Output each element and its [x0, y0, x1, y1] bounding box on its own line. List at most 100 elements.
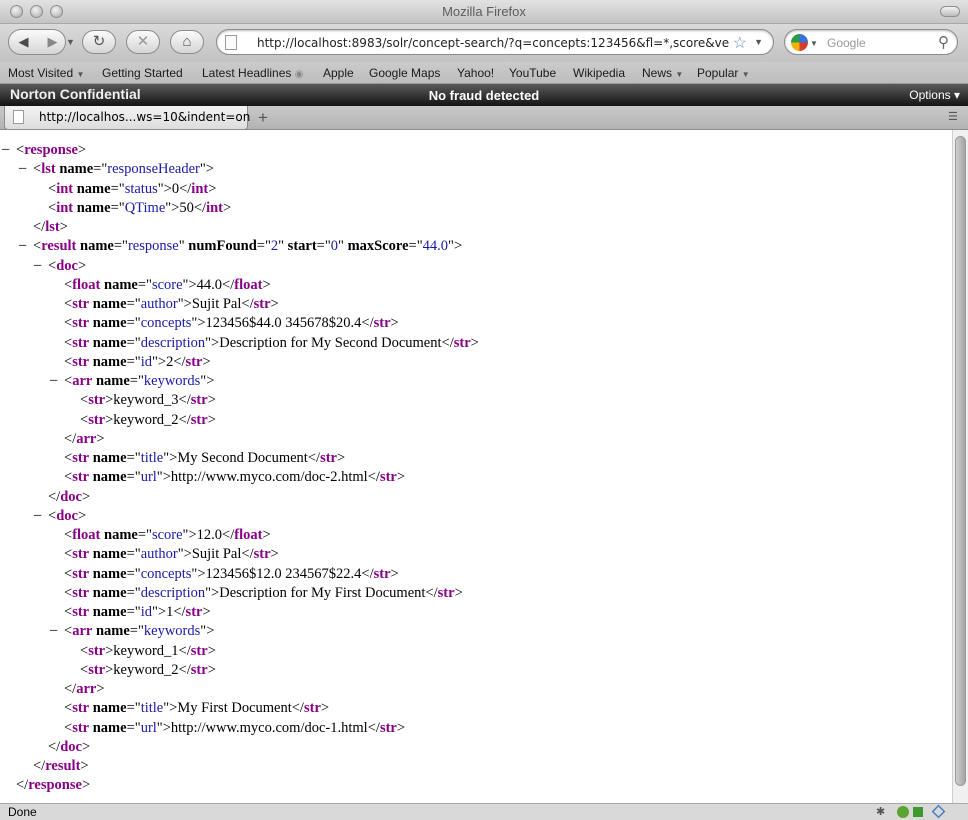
norton-options-button[interactable]: Options ▾ [909, 88, 960, 102]
bookmark-getting-started[interactable]: Getting Started [102, 66, 183, 80]
xml-attr-name: name [92, 469, 127, 486]
forward-icon[interactable]: ▶ [38, 30, 67, 54]
xml-tag-name: str [190, 392, 208, 409]
xml-attr-name: name [92, 296, 127, 312]
collapse-toggle[interactable]: – [34, 257, 41, 274]
collapse-toggle[interactable]: – [34, 507, 41, 524]
reload-icon[interactable]: ↻ [82, 30, 116, 54]
xml-line: <str name="concepts">123456$12.0 234567$… [64, 565, 399, 582]
xml-attr-value: score [151, 276, 183, 293]
xml-attr-value: id [140, 604, 152, 620]
chevron-down-icon: ▼ [76, 70, 85, 79]
xml-tag-name: str [72, 296, 90, 312]
collapse-toggle[interactable]: – [50, 372, 57, 389]
bookmark-most-visited[interactable]: Most Visited ▼ [8, 66, 84, 80]
xml-tag-name: str [72, 719, 90, 736]
xml-tag-name: str [72, 546, 90, 563]
page-icon [13, 110, 24, 124]
xml-attr-name: name [92, 315, 127, 332]
xml-tag-name: str [88, 411, 106, 428]
history-dropdown-icon[interactable]: ▼ [66, 37, 75, 47]
xml-line: <str name="concepts">123456$44.0 345678$… [64, 315, 399, 332]
tab-list-icon[interactable]: ☰ [948, 110, 962, 123]
xml-attr-value: title [140, 450, 164, 466]
xml-line: <int name="QTime">50</int> [48, 199, 232, 216]
green-status-icon[interactable] [913, 807, 923, 817]
bookmark-news[interactable]: News ▼ [642, 66, 683, 80]
xml-tag-name: response [24, 142, 78, 158]
url-input[interactable]: http://localhost:8983/solr/concept-searc… [257, 36, 741, 50]
bookmark-latest-headlines[interactable]: Latest Headlines ◉ [202, 66, 303, 80]
xml-text: keyword_1 [113, 642, 179, 659]
xml-tag-name: str [72, 584, 90, 601]
xml-tag-name: doc [60, 488, 82, 505]
xml-tag-name: str [72, 469, 90, 486]
xml-line: <str name="author">Sujit Pal</str> [64, 296, 279, 312]
collapse-toggle[interactable]: – [50, 622, 57, 639]
bookmark-star-icon[interactable]: ☆ [733, 33, 747, 53]
norton-status-icon[interactable] [897, 806, 909, 818]
stop-icon[interactable]: ✕ [126, 30, 160, 54]
xml-line: <arr name="keywords"> [64, 623, 215, 640]
url-dropdown-icon[interactable]: ▼ [754, 37, 763, 47]
xml-tag-name: result [45, 758, 81, 774]
xml-tag-name: str [72, 315, 90, 332]
xml-line: <int name="status">0</int> [48, 180, 217, 197]
new-tab-button[interactable]: + [258, 108, 268, 128]
xml-tag-name: doc [60, 738, 82, 755]
xml-tag-name: str [72, 353, 90, 370]
engine-dropdown-icon[interactable]: ▼ [810, 39, 818, 48]
xml-attr-value: concepts [140, 315, 192, 332]
firebug-icon[interactable]: ✱ [876, 805, 890, 819]
xml-text: 123456$12.0 234567$22.4 [205, 565, 362, 582]
scrollbar-thumb[interactable] [955, 136, 966, 786]
xml-text: http://www.myco.com/doc-1.html [170, 719, 368, 736]
collapse-toggle[interactable]: – [19, 237, 26, 254]
collapse-toggle[interactable]: – [2, 141, 9, 158]
search-icon[interactable]: ⚲ [938, 33, 949, 51]
xml-tag-name: str [88, 392, 106, 409]
xml-line: <str>keyword_2</str> [80, 411, 216, 428]
collapse-toggle[interactable]: – [19, 160, 26, 177]
bookmark-yahoo[interactable]: Yahoo! [457, 66, 494, 80]
xml-attr-value: concepts [140, 565, 192, 582]
norton-toolbar: Norton Confidential No fraud detected Op… [0, 84, 968, 106]
back-forward-group: ◀ ▶ [8, 29, 66, 55]
toolbar-toggle-button[interactable] [940, 6, 960, 17]
xml-content: – <response> – <lst name="responseHeader"> <… [0, 130, 952, 803]
url-bar[interactable]: http://localhost:8983/solr/concept-searc… [216, 29, 774, 55]
xml-attr-value: keywords [143, 623, 201, 640]
xml-tag-name: lst [45, 219, 60, 235]
home-icon[interactable]: ⌂ [170, 30, 204, 54]
search-input[interactable]: Google [827, 36, 866, 50]
bookmark-wikipedia[interactable]: Wikipedia [573, 66, 625, 80]
back-icon[interactable]: ◀ [9, 30, 38, 54]
xml-text: Description for My Second Document [219, 334, 442, 351]
navigation-toolbar: ◀ ▶ ▼ ↻ ✕ ⌂ http://localhost:8983/solr/c… [0, 24, 968, 62]
bookmark-google-maps[interactable]: Google Maps [369, 66, 440, 80]
vertical-scrollbar[interactable] [952, 130, 968, 803]
xml-tag-name: float [234, 276, 263, 293]
xml-line: <str name="description">Description for … [64, 334, 479, 351]
bookmark-youtube[interactable]: YouTube [509, 66, 556, 80]
bookmark-apple[interactable]: Apple [323, 66, 354, 80]
xml-attr-name: name [92, 546, 127, 563]
xml-attr-value: id [140, 353, 152, 370]
xml-tag-name: str [303, 700, 321, 717]
xml-attr-name: name [92, 565, 127, 582]
bookmarks-toolbar: Most Visited ▼ Getting Started Latest He… [0, 62, 968, 84]
xml-tag-name: doc [56, 507, 78, 524]
security-cube-icon[interactable] [931, 804, 946, 819]
google-engine-icon[interactable] [791, 34, 808, 51]
tab-active[interactable]: http://localhos...ws=10&indent=on [4, 106, 250, 130]
xml-tag-name: arr [72, 623, 93, 640]
xml-attr-value: title [140, 700, 164, 717]
xml-attr-name: name [95, 373, 130, 389]
xml-line: <arr name="keywords"> [64, 373, 215, 389]
xml-text: My Second Document [177, 450, 308, 466]
bookmark-popular[interactable]: Popular ▼ [697, 66, 750, 80]
xml-tag-name: str [72, 700, 90, 717]
search-box[interactable]: ▼ Google ⚲ [784, 29, 958, 55]
xml-tag-name: lst [41, 161, 56, 178]
xml-tag-name: str [190, 661, 208, 678]
